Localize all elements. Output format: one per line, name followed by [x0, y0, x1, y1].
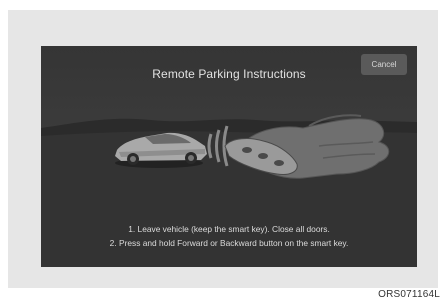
instruction-step-2: 2. Press and hold Forward or Backward bu…	[109, 238, 349, 248]
instruction-step-1: 1. Leave vehicle (keep the smart key). C…	[128, 224, 330, 234]
cancel-button[interactable]: Cancel	[361, 54, 407, 75]
figure-code: ORS071164L	[378, 289, 440, 300]
remote-parking-screen: Remote Parking Instructions Cancel 1. Le…	[41, 46, 417, 267]
instructions: 1. Leave vehicle (keep the smart key). C…	[41, 222, 417, 250]
